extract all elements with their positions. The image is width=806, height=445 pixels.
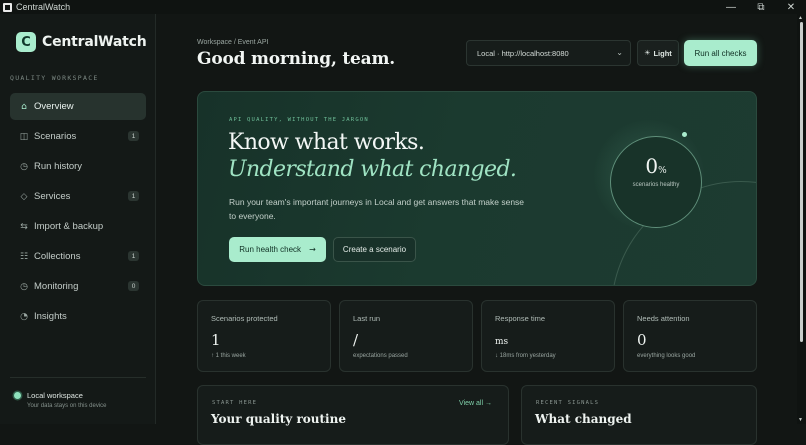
- transfer-icon: ⇆: [20, 221, 28, 232]
- local-workspace-subtitle: Your data stays on this device: [27, 403, 107, 409]
- sidebar-item-scenarios[interactable]: ◫ Scenarios 1: [10, 123, 146, 150]
- hero-eyebrow: API QUALITY, WITHOUT THE JARGON: [229, 117, 369, 123]
- local-workspace-title: Local workspace: [27, 391, 83, 400]
- stat-value: ms: [495, 337, 509, 347]
- sidebar-item-label: Collections: [34, 251, 81, 262]
- stat-card-last-run[interactable]: Last run / expectations passed: [339, 300, 473, 372]
- recent-signals-panel: RECENT SIGNALS What changed: [521, 385, 757, 445]
- sidebar: C CentralWatch QUALITY WORKSPACE ⌂ Overv…: [0, 14, 156, 424]
- section-label: QUALITY WORKSPACE: [10, 74, 99, 82]
- environment-select[interactable]: Local · http://localhost:8080 ⌄: [466, 40, 631, 66]
- sidebar-nav: ⌂ Overview ◫ Scenarios 1 ◷ Run history ◇…: [10, 93, 146, 333]
- maximize-icon[interactable]: ⧉: [746, 0, 776, 14]
- sidebar-item-insights[interactable]: ◔ Insights: [10, 303, 146, 330]
- panel-eyebrow: RECENT SIGNALS: [536, 400, 600, 406]
- sidebar-item-collections[interactable]: ☷ Collections 1: [10, 243, 146, 270]
- view-all-link[interactable]: View all →: [459, 400, 492, 407]
- brand[interactable]: C CentralWatch: [16, 32, 147, 52]
- sidebar-item-label: Services: [34, 191, 71, 202]
- sidebar-item-label: Run history: [34, 161, 83, 172]
- scroll-up-icon[interactable]: ▲: [798, 15, 803, 21]
- sidebar-item-label: Overview: [34, 101, 74, 112]
- theme-label: Light: [653, 48, 672, 58]
- stat-value: /: [353, 331, 359, 349]
- divider: [10, 377, 146, 378]
- health-value: 0%: [610, 154, 702, 178]
- quality-routine-panel: START HERE Your quality routine View all…: [197, 385, 509, 445]
- minimize-icon[interactable]: —: [716, 0, 746, 14]
- stat-value: 1: [211, 331, 221, 349]
- stat-value: 0: [637, 331, 647, 349]
- stat-note: ↓ 18ms from yesterday: [495, 353, 556, 359]
- hero-headline-accent: Understand what changed.: [228, 157, 517, 182]
- health-number: 0: [645, 154, 659, 178]
- sidebar-item-label: Scenarios: [34, 131, 77, 142]
- run-all-checks-button[interactable]: Run all checks: [684, 40, 757, 66]
- stat-label: Scenarios protected: [211, 314, 278, 323]
- diamond-icon: ◇: [20, 191, 28, 202]
- window-title: CentralWatch: [16, 2, 71, 12]
- sidebar-item-label: Import & backup: [34, 221, 104, 232]
- ring-indicator-icon: [682, 132, 687, 137]
- count-badge: 1: [128, 191, 139, 201]
- window-controls: — ⧉ ✕: [716, 0, 806, 14]
- theme-toggle-button[interactable]: ☀ Light: [637, 40, 679, 66]
- sidebar-item-run-history[interactable]: ◷ Run history: [10, 153, 146, 180]
- scrollbar-thumb[interactable]: [800, 22, 803, 342]
- stat-card-scenarios-protected[interactable]: Scenarios protected 1 ↑ 1 this week: [197, 300, 331, 372]
- window-titlebar: CentralWatch — ⧉ ✕: [0, 0, 806, 14]
- health-unit: %: [658, 166, 667, 176]
- monitor-icon: ◷: [20, 281, 28, 292]
- sidebar-item-monitoring[interactable]: ◷ Monitoring 0: [10, 273, 146, 300]
- stat-card-needs-attention[interactable]: Needs attention 0 everything looks good: [623, 300, 757, 372]
- stat-note: everything looks good: [637, 353, 696, 359]
- count-badge: 0: [128, 281, 139, 291]
- stat-label: Response time: [495, 314, 546, 323]
- main-content: Workspace / Event API Good morning, team…: [157, 14, 797, 445]
- hero-description: Run your team's important journeys in Lo…: [229, 197, 525, 221]
- app-icon: [3, 2, 12, 12]
- sidebar-item-import-backup[interactable]: ⇆ Import & backup: [10, 213, 146, 240]
- sun-icon: ☀: [644, 49, 651, 57]
- chevron-down-icon: ⌄: [616, 48, 623, 57]
- sidebar-item-label: Monitoring: [34, 281, 79, 292]
- scroll-down-icon[interactable]: ▼: [798, 417, 803, 423]
- status-dot-icon: [14, 392, 21, 399]
- button-label: Run health check: [239, 245, 302, 254]
- logo-icon: C: [16, 32, 36, 52]
- environment-value: Local · http://localhost:8080: [477, 48, 569, 58]
- breadcrumb: Workspace / Event API: [197, 39, 269, 46]
- list-icon: ☷: [19, 251, 29, 262]
- count-badge: 1: [128, 131, 139, 141]
- home-icon: ⌂: [21, 101, 27, 112]
- brand-name: CentralWatch: [42, 34, 147, 50]
- create-scenario-button[interactable]: Create a scenario: [333, 237, 416, 262]
- arrow-right-icon: →: [309, 245, 316, 254]
- sidebar-item-label: Insights: [34, 311, 67, 322]
- sidebar-item-services[interactable]: ◇ Services 1: [10, 183, 146, 210]
- sidebar-item-overview[interactable]: ⌂ Overview: [10, 93, 146, 120]
- pie-icon: ◔: [20, 311, 28, 322]
- run-health-check-button[interactable]: Run health check →: [229, 237, 326, 262]
- stat-label: Last run: [353, 314, 381, 323]
- stat-label: Needs attention: [637, 314, 690, 323]
- hero-card: API QUALITY, WITHOUT THE JARGON Know wha…: [197, 91, 757, 286]
- stat-card-response-time[interactable]: Response time ms ↓ 18ms from yesterday: [481, 300, 615, 372]
- stat-note: expectations passed: [353, 353, 408, 359]
- hero-headline: Know what works.: [228, 130, 425, 155]
- count-badge: 1: [128, 251, 139, 261]
- page-title: Good morning, team.: [197, 49, 395, 69]
- stat-note: ↑ 1 this week: [211, 353, 246, 359]
- grid-icon: ◫: [19, 131, 29, 142]
- scrollbar[interactable]: ▲ ▼: [797, 14, 806, 424]
- panel-eyebrow: START HERE: [212, 400, 258, 406]
- close-icon[interactable]: ✕: [776, 0, 806, 14]
- health-label: scenarios healthy: [632, 182, 680, 188]
- clock-icon: ◷: [20, 161, 28, 172]
